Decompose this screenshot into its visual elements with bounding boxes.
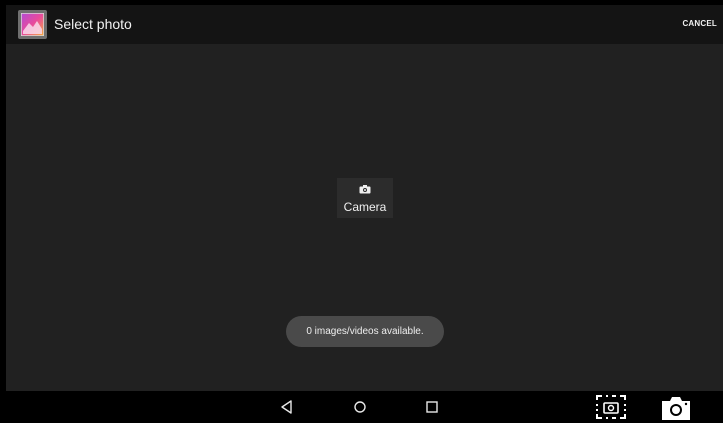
page-title: Select photo: [54, 16, 132, 32]
screen: Select photo CANCEL Camera 0 images/vide…: [6, 5, 723, 423]
home-button[interactable]: [350, 391, 370, 423]
back-button[interactable]: [277, 391, 297, 423]
cancel-button[interactable]: CANCEL: [682, 19, 717, 28]
home-icon: [354, 401, 366, 413]
recents-button[interactable]: [422, 391, 442, 423]
screenshot-icon: [596, 395, 626, 419]
camera-icon: [662, 397, 690, 420]
camera-shortcut-button[interactable]: [658, 391, 694, 423]
toast-message: 0 images/videos available.: [286, 316, 444, 347]
camera-icon: [359, 185, 371, 194]
camera-button-label: Camera: [343, 200, 387, 214]
camera-button[interactable]: Camera: [337, 178, 393, 218]
navigation-bar: [6, 391, 723, 423]
action-bar: Select photo CANCEL: [6, 5, 723, 44]
back-icon: [281, 400, 292, 414]
screenshot-button[interactable]: [594, 391, 628, 423]
gallery-icon[interactable]: [18, 10, 47, 39]
recents-icon: [426, 401, 438, 413]
